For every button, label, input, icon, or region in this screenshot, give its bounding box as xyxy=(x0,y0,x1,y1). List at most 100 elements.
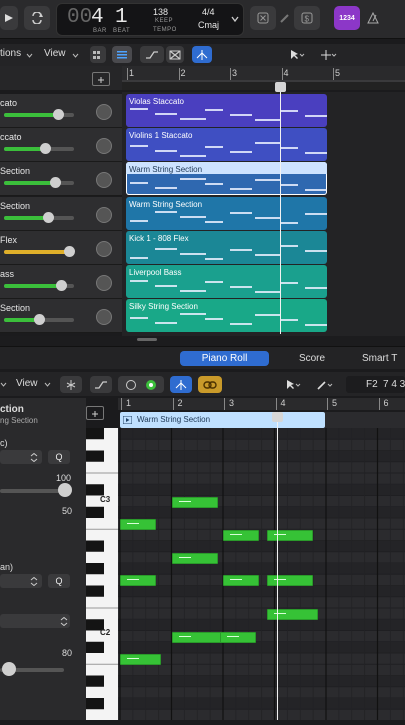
volume-knob[interactable] xyxy=(43,212,54,223)
midi-note[interactable] xyxy=(266,530,314,542)
add-track-button[interactable] xyxy=(92,72,110,86)
volume-knob[interactable] xyxy=(53,109,64,120)
midi-note[interactable] xyxy=(120,575,157,587)
pointer-tool-menu[interactable] xyxy=(284,46,310,63)
midi-note[interactable] xyxy=(223,575,260,587)
volume-knob[interactable] xyxy=(50,177,61,188)
score-set-button[interactable]: $ xyxy=(294,6,320,30)
midi-note[interactable] xyxy=(266,609,319,620)
track-header[interactable]: ass xyxy=(0,265,122,299)
pr-view-menu[interactable]: View xyxy=(16,378,38,389)
track-name[interactable]: Section xyxy=(0,201,30,211)
lcd-key[interactable]: Cmaj xyxy=(198,20,219,30)
track-header[interactable]: ccato xyxy=(0,128,122,162)
strength-slider[interactable] xyxy=(0,489,64,493)
black-key[interactable] xyxy=(86,675,104,687)
volume-knob[interactable] xyxy=(64,246,75,257)
midi-note[interactable] xyxy=(171,631,223,643)
playhead[interactable] xyxy=(280,82,281,334)
pan-knob[interactable] xyxy=(96,104,112,120)
black-key[interactable] xyxy=(86,585,104,597)
piano-keys[interactable] xyxy=(86,428,118,725)
volume-knob[interactable] xyxy=(56,280,67,291)
pr-quantize-button[interactable] xyxy=(60,376,82,393)
track-header[interactable]: Section xyxy=(0,299,122,333)
piano-roll-grid[interactable] xyxy=(118,428,405,720)
track-name[interactable]: ccato xyxy=(0,132,22,142)
view-menu[interactable]: View xyxy=(44,48,66,59)
track-name[interactable]: Section xyxy=(0,303,30,313)
track-header[interactable]: Section xyxy=(0,162,122,196)
black-key[interactable] xyxy=(86,698,104,710)
track-name[interactable]: cato xyxy=(0,98,17,108)
pr-catch-button[interactable] xyxy=(170,376,192,393)
pr-pointer-tool-menu[interactable] xyxy=(280,376,306,393)
track-name[interactable]: Flex xyxy=(0,235,17,245)
strength-slider-knob[interactable] xyxy=(58,483,72,497)
pan-knob[interactable] xyxy=(96,309,112,325)
play-button[interactable] xyxy=(0,6,18,30)
pr-add-button[interactable] xyxy=(86,406,104,420)
tab-smart-tempo[interactable]: Smart T xyxy=(362,351,405,366)
list-view-button[interactable] xyxy=(112,46,132,63)
pan-knob[interactable] xyxy=(96,207,112,223)
pr-ruler[interactable]: 1 2 3 4 5 6 xyxy=(118,398,405,410)
track-region[interactable]: Violins 1 Staccato xyxy=(126,128,327,161)
track-region[interactable]: Violas Staccato xyxy=(126,94,327,127)
track-header[interactable]: Flex xyxy=(0,231,122,265)
track-region[interactable]: Liverpool Bass xyxy=(126,265,327,298)
midi-note[interactable] xyxy=(266,575,314,587)
cycle-button[interactable] xyxy=(24,6,50,30)
black-key[interactable] xyxy=(86,641,104,653)
lcd-time-signature[interactable]: 4/4 xyxy=(202,7,215,17)
metronome-button[interactable] xyxy=(360,6,386,30)
pr-automation-button[interactable] xyxy=(90,376,112,393)
black-key[interactable] xyxy=(86,450,104,462)
velocity-select[interactable] xyxy=(0,614,70,628)
pan-knob[interactable] xyxy=(96,241,112,257)
track-region[interactable]: Kick 1 - 808 Flex xyxy=(126,231,327,264)
track-header[interactable]: Section xyxy=(0,197,122,231)
pan-knob[interactable] xyxy=(96,275,112,291)
functions-menu[interactable]: tions xyxy=(0,48,21,59)
scale-quantize-select[interactable] xyxy=(0,574,42,588)
quantize-q-button[interactable]: Q xyxy=(48,450,70,464)
track-name[interactable]: ass xyxy=(0,269,14,279)
midi-note[interactable] xyxy=(120,519,157,530)
time-quantize-select[interactable] xyxy=(0,450,42,464)
tab-piano-roll[interactable]: Piano Roll xyxy=(180,351,269,366)
track-name[interactable]: Section xyxy=(0,166,30,176)
midi-note[interactable] xyxy=(171,552,218,564)
midi-note[interactable] xyxy=(220,631,257,643)
black-key[interactable] xyxy=(86,506,104,518)
pr-pencil-tool-menu[interactable] xyxy=(312,376,338,393)
track-region[interactable]: Warm String Section xyxy=(126,197,327,230)
piano-keyboard[interactable]: C3 C2 xyxy=(86,428,118,725)
velocity-slider-knob[interactable] xyxy=(2,662,16,676)
tab-score[interactable]: Score xyxy=(286,351,338,366)
black-key[interactable] xyxy=(86,428,104,440)
pan-knob[interactable] xyxy=(96,138,112,154)
track-region[interactable]: Silky String Section xyxy=(126,299,327,332)
black-key[interactable] xyxy=(86,563,104,575)
black-key[interactable] xyxy=(86,540,104,552)
pr-playhead-handle[interactable] xyxy=(272,412,283,422)
grid-view-button[interactable] xyxy=(90,46,106,63)
midi-note[interactable] xyxy=(171,496,218,508)
playhead-handle[interactable] xyxy=(275,82,286,92)
midi-in-button[interactable] xyxy=(118,376,164,393)
lcd-tempo[interactable]: 138 xyxy=(153,7,168,17)
pr-region-header[interactable]: Warm String Section xyxy=(120,412,325,428)
volume-knob[interactable] xyxy=(34,314,45,325)
link-button[interactable] xyxy=(198,376,222,393)
tracks-ruler[interactable]: 1 2 3 4 5 xyxy=(122,66,405,82)
track-header[interactable]: cato xyxy=(0,94,122,128)
pr-playhead[interactable] xyxy=(277,412,278,720)
pan-knob[interactable] xyxy=(96,172,112,188)
midi-note[interactable] xyxy=(120,654,162,665)
midi-note[interactable] xyxy=(223,530,260,542)
scale-q-button[interactable]: Q xyxy=(48,574,70,588)
secondary-tool-menu[interactable] xyxy=(316,46,342,63)
volume-knob[interactable] xyxy=(40,143,51,154)
black-key[interactable] xyxy=(86,484,104,496)
